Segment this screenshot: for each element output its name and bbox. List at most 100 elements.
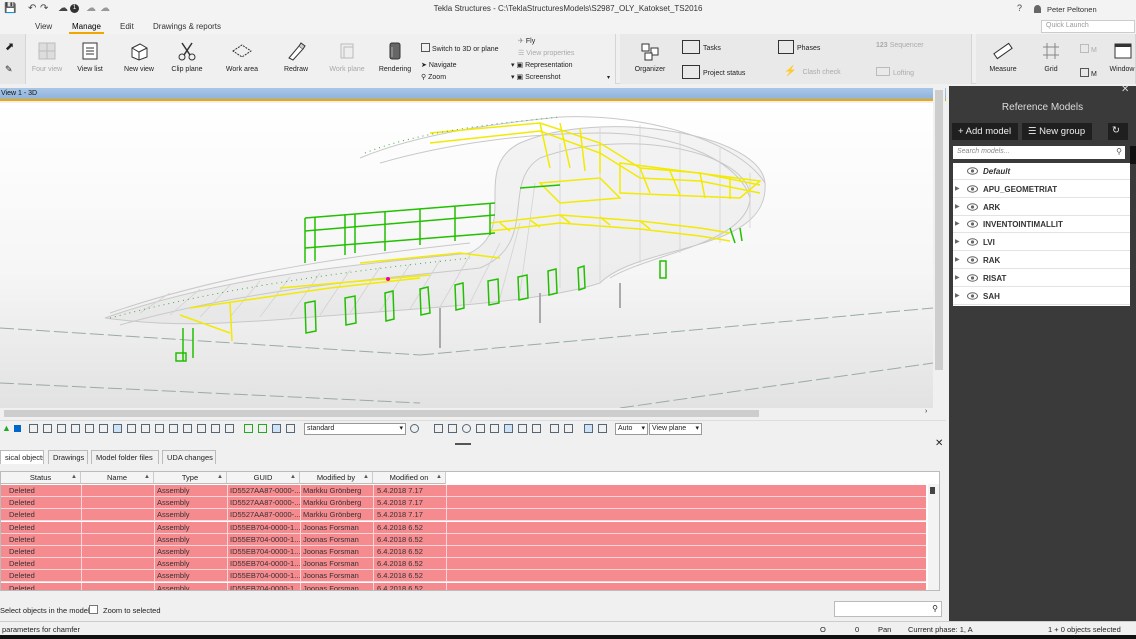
vertical-scrollbar[interactable]: [933, 86, 945, 408]
fly-button[interactable]: ✈ Fly: [518, 37, 535, 45]
reference-model-item[interactable]: ▶ ARK: [953, 199, 1130, 216]
snap-icon-6[interactable]: [504, 424, 513, 433]
table-row[interactable]: Deleted Assembly ID5527AA87-0000-... Markku…: [1, 485, 926, 497]
table-row[interactable]: Deleted Assembly ID5527AA87-0000-... Markku…: [1, 509, 926, 522]
expand-arrow-icon[interactable]: ▶: [955, 274, 960, 281]
window-button[interactable]: Window: [1108, 36, 1136, 82]
tool-icon-13[interactable]: [197, 424, 206, 433]
tool-icon-2[interactable]: [43, 424, 52, 433]
selection-filter-select[interactable]: standard ▾: [304, 423, 406, 435]
tool-icon-1[interactable]: [29, 424, 38, 433]
snap-icon-11[interactable]: [584, 424, 593, 433]
tab-view[interactable]: View: [35, 22, 52, 31]
switch-3d-button[interactable]: Switch to 3D or plane: [421, 43, 499, 53]
expand-arrow-icon[interactable]: ▶: [955, 220, 960, 227]
vertical-scroll-thumb[interactable]: [935, 90, 943, 370]
table-scrollbar[interactable]: [928, 484, 939, 590]
visibility-eye-icon[interactable]: [967, 220, 978, 229]
help-icon[interactable]: ?: [1017, 3, 1022, 13]
table-row[interactable]: Deleted Assembly ID5527AA87-0000-... Markku…: [1, 497, 926, 510]
view-list-button[interactable]: View list: [72, 36, 108, 82]
screenshot-button[interactable]: ▾ ▣ Screenshot: [511, 73, 561, 81]
tool-icon-15[interactable]: [225, 424, 234, 433]
column-header-status[interactable]: Status ▲: [1, 472, 81, 484]
snap-mode-select[interactable]: Auto ▾: [615, 423, 648, 435]
table-row[interactable]: Deleted Assembly ID55EB704-0000-1... Joonas…: [1, 521, 926, 534]
sequencer-button[interactable]: 123 Sequencer: [876, 42, 924, 49]
blue-square-icon[interactable]: [14, 425, 21, 432]
tool-icon-11[interactable]: [169, 424, 178, 433]
status-current-phase[interactable]: Current phase: 1, A: [908, 625, 973, 634]
visibility-eye-icon[interactable]: [967, 167, 978, 175]
grid-button[interactable]: Grid: [1036, 36, 1066, 82]
column-header-type[interactable]: Type ▲: [154, 472, 227, 484]
panel-splitter-handle[interactable]: [455, 443, 471, 445]
snap-icon-12[interactable]: [598, 424, 607, 433]
search-models-input[interactable]: Search models... ⚲: [953, 146, 1125, 159]
tool-icon-14[interactable]: [211, 424, 220, 433]
visibility-eye-icon[interactable]: [967, 291, 978, 300]
reference-model-item[interactable]: ▶ INVENTOINTIMALLIT: [953, 216, 1130, 234]
reference-model-item[interactable]: ▶ LVI: [953, 234, 1130, 252]
view-header[interactable]: View 1 - 3D: [0, 88, 946, 101]
navigate-button[interactable]: ➤ Navigate: [421, 61, 457, 69]
horizontal-scrollbar[interactable]: ›: [0, 408, 933, 419]
filter-icon-4[interactable]: [286, 424, 295, 433]
snap-icon-2[interactable]: [448, 424, 457, 433]
scroll-right-icon[interactable]: ›: [925, 408, 927, 415]
reference-model-item[interactable]: Default: [953, 163, 1130, 180]
table-search-input[interactable]: ⚲: [834, 601, 942, 617]
redraw-button[interactable]: Redraw: [278, 36, 314, 82]
table-row[interactable]: Deleted Assembly ID55EB704-0000-1... Joonas…: [1, 558, 926, 571]
reference-model-item[interactable]: ▶ RISAT: [953, 270, 1130, 287]
column-header-guid[interactable]: GUID ▲: [227, 472, 300, 484]
expand-arrow-icon[interactable]: ▶: [955, 238, 960, 245]
filter-settings-icon[interactable]: [410, 424, 419, 433]
tool-icon-3[interactable]: [57, 424, 66, 433]
lofting-button[interactable]: Lofting: [876, 67, 914, 77]
tab-uda-changes[interactable]: UDA changes: [162, 450, 216, 464]
clip-plane-button[interactable]: Clip plane: [168, 36, 206, 82]
tool-icon-8[interactable]: [127, 424, 136, 433]
tool-icon-4[interactable]: [71, 424, 80, 433]
model-canvas[interactable]: [0, 103, 933, 408]
work-plane-button[interactable]: Work plane: [326, 36, 368, 82]
up-arrow-icon[interactable]: ▲: [2, 423, 11, 433]
horizontal-scroll-thumb[interactable]: [4, 410, 759, 417]
column-header-modified-on[interactable]: Modified on ▲: [373, 472, 446, 484]
zoom-button[interactable]: ⚲ Zoom: [421, 73, 446, 81]
tab-drawings-reports[interactable]: Drawings & reports: [153, 22, 221, 31]
tab-drawings[interactable]: Drawings: [48, 450, 88, 464]
filter-icon-1[interactable]: [244, 424, 253, 433]
ref-panel-scroll-thumb[interactable]: [1130, 146, 1136, 164]
snap-icon-5[interactable]: [490, 424, 499, 433]
add-model-button[interactable]: + Add model: [952, 123, 1018, 140]
reference-model-item[interactable]: ▶ RAK: [953, 252, 1130, 269]
table-row[interactable]: Deleted Assembly ID55EB704-0000-1... Joonas…: [1, 546, 926, 558]
phases-button[interactable]: Phases: [778, 40, 820, 54]
project-status-button[interactable]: Project status: [682, 65, 745, 79]
table-row[interactable]: Deleted Assembly ID55EB704-0000-1... Joonas…: [1, 582, 926, 590]
representation-button[interactable]: ▾ ▣ Representation: [511, 61, 573, 69]
refresh-button[interactable]: ↻: [1108, 123, 1128, 140]
tool-icon-9[interactable]: [141, 424, 150, 433]
clash-check-button[interactable]: ⚡ Clash check: [784, 66, 841, 77]
expand-arrow-icon[interactable]: ▶: [955, 185, 960, 192]
filter-icon-2[interactable]: [258, 424, 267, 433]
user-name[interactable]: Peter Peltonen: [1047, 5, 1097, 14]
snap-icon-7[interactable]: [518, 424, 527, 433]
reference-model-item[interactable]: ▶ SAH: [953, 288, 1130, 305]
model-view-3d[interactable]: [0, 103, 933, 408]
snap-icon-4[interactable]: [476, 424, 485, 433]
snap-tools-icon[interactable]: ✎: [5, 64, 13, 75]
snap-icon-8[interactable]: [532, 424, 541, 433]
tool-icon-5[interactable]: [85, 424, 94, 433]
tab-manage[interactable]: Manage: [69, 22, 104, 34]
tasks-button[interactable]: Tasks: [682, 40, 721, 54]
organizer-button[interactable]: Organizer: [630, 36, 670, 82]
select-pointer-icon[interactable]: ⬈: [5, 40, 14, 53]
tab-physical-objects[interactable]: sical objects: [0, 450, 44, 464]
tool-icon-10[interactable]: [155, 424, 164, 433]
reference-model-item[interactable]: ▶ APU_GEOMETRIAT: [953, 181, 1130, 198]
rendering-button[interactable]: Rendering: [376, 36, 414, 82]
